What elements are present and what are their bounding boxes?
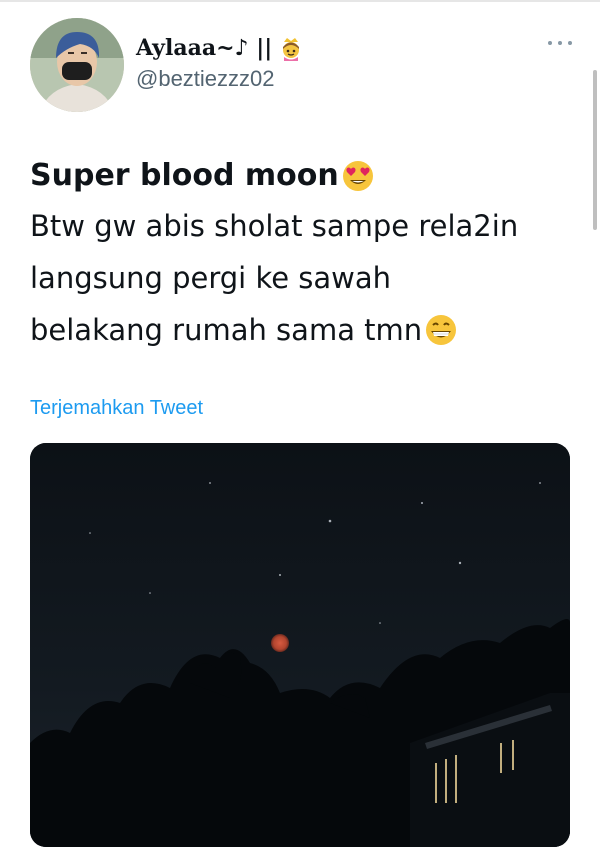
blood-moon-photo	[30, 443, 570, 847]
blood-moon	[271, 634, 289, 652]
grinning-emoji	[426, 315, 457, 345]
tweet-line-2: langsung pergi ke sawah	[30, 261, 392, 295]
avatar-photo	[30, 18, 124, 112]
top-divider	[0, 0, 600, 2]
more-horizontal-icon[interactable]	[546, 38, 574, 48]
tweet-line-1: Btw gw abis sholat sampe rela2in	[30, 209, 519, 243]
display-name-text[interactable]: Aylaaa~♪ ||	[136, 34, 272, 62]
tweet-line-3-text: belakang rumah sama tmn	[30, 313, 423, 347]
heart-eyes-emoji	[342, 161, 373, 191]
author-block[interactable]: Aylaaa~♪ || @beztiezzz02	[136, 34, 304, 94]
tweet-photo[interactable]	[30, 443, 570, 847]
user-handle[interactable]: @beztiezzz02	[136, 64, 304, 94]
princess-crown-emoji	[283, 38, 300, 61]
display-name[interactable]: Aylaaa~♪ ||	[136, 34, 304, 62]
translate-tweet-link[interactable]: Terjemahkan Tweet	[30, 394, 203, 422]
tweet-headline-line: Super blood moon	[30, 152, 570, 200]
scrollbar[interactable]	[593, 70, 597, 230]
tweet-line-3: belakang rumah sama tmn	[30, 304, 570, 356]
tweet-headline: Super blood moon	[30, 158, 339, 193]
user-avatar[interactable]	[30, 18, 124, 112]
tweet-header: Aylaaa~♪ || @beztiezzz02	[30, 18, 580, 118]
tweet-text: Super blood moon Btw gw abis sholat samp…	[30, 152, 570, 356]
